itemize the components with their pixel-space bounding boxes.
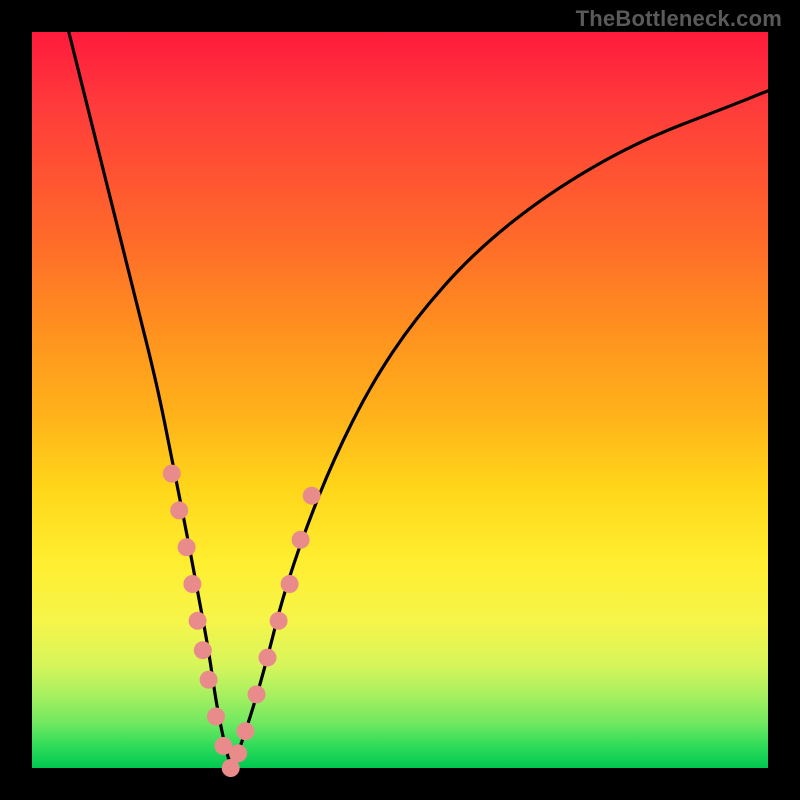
highlight-point: [200, 671, 218, 689]
highlight-point: [236, 722, 254, 740]
highlight-points: [163, 465, 321, 777]
highlight-point: [194, 641, 212, 659]
highlight-point: [270, 612, 288, 630]
highlight-point: [170, 501, 188, 519]
chart-overlay: [32, 32, 768, 768]
highlight-point: [292, 531, 310, 549]
highlight-point: [303, 487, 321, 505]
highlight-point: [248, 685, 266, 703]
highlight-point: [183, 575, 201, 593]
highlight-point: [229, 744, 247, 762]
highlight-point: [281, 575, 299, 593]
highlight-point: [207, 708, 225, 726]
highlight-point: [259, 649, 277, 667]
highlight-point: [178, 538, 196, 556]
highlight-point: [163, 465, 181, 483]
watermark-text: TheBottleneck.com: [576, 6, 782, 32]
bottleneck-curve: [69, 32, 768, 763]
highlight-point: [189, 612, 207, 630]
chart-frame: TheBottleneck.com: [0, 0, 800, 800]
